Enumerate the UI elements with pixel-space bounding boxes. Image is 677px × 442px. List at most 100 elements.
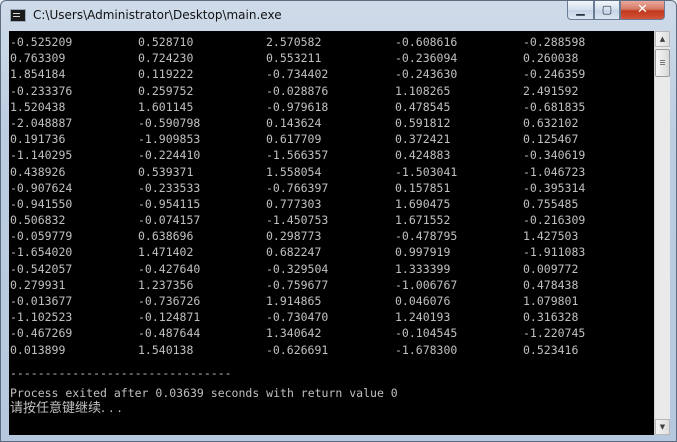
output-value: -0.233533: [138, 180, 201, 195]
output-value: 0.506832: [10, 213, 66, 228]
output-value: -0.243630: [395, 67, 458, 82]
output-value: -0.340619: [523, 148, 586, 163]
output-value: -0.907624: [10, 180, 73, 195]
output-value: 1.854184: [10, 67, 66, 82]
output-value: 0.478545: [395, 99, 451, 114]
window-title: C:\Users\Administrator\Desktop\main.exe: [33, 8, 282, 22]
output-value: -0.979618: [266, 99, 329, 114]
output-value: -0.124871: [138, 310, 201, 325]
output-value: 0.279931: [10, 277, 66, 292]
output-value: 0.591812: [395, 115, 451, 130]
output-value: 0.013899: [10, 342, 66, 357]
output-value: 0.528710: [138, 35, 194, 49]
output-value: -0.730470: [266, 310, 329, 325]
output-value: 0.553211: [266, 51, 322, 66]
output-value: 0.539371: [138, 164, 194, 179]
output-value: 1.914865: [266, 294, 322, 308]
console-output[interactable]: -0.525209 0.528710 2.570582 -0.608616 -0.288…: [9, 31, 654, 435]
output-value: 0.617709: [266, 132, 322, 147]
output-value: 0.372421: [395, 132, 451, 147]
close-button[interactable]: ✕: [620, 1, 665, 20]
vertical-scrollbar[interactable]: ▲ ▼: [654, 31, 670, 435]
output-value: -1.046723: [523, 164, 586, 179]
output-value: 1.690475: [395, 196, 451, 211]
maximize-button[interactable]: ▢: [594, 1, 620, 20]
output-value: -0.590798: [138, 115, 201, 130]
console-app-icon: [10, 9, 26, 22]
output-value: 1.108265: [395, 83, 451, 98]
output-value: -1.503041: [395, 164, 458, 179]
output-value: 0.119222: [138, 67, 194, 82]
output-value: 1.671552: [395, 213, 451, 228]
output-value: -0.427640: [138, 261, 201, 276]
output-value: 0.157851: [395, 180, 451, 195]
output-value: -0.542057: [10, 261, 73, 276]
output-value: 0.523416: [523, 342, 579, 357]
output-value: 0.777303: [266, 196, 322, 211]
output-value: -0.329504: [266, 261, 329, 276]
output-value: -0.626691: [266, 342, 329, 357]
output-value: -2.048887: [10, 115, 73, 130]
output-value: 0.997919: [395, 245, 451, 260]
output-value: -1.006767: [395, 277, 458, 292]
output-value: -0.288598: [523, 35, 586, 49]
output-value: 0.438926: [10, 164, 66, 179]
output-value: -1.102523: [10, 310, 73, 325]
continue-prompt: 请按任意键继续. . .: [10, 401, 122, 416]
scroll-up-button[interactable]: ▲: [655, 31, 670, 47]
output-value: 0.316328: [523, 310, 579, 325]
output-value: -0.013677: [10, 294, 73, 308]
output-value: -1.909853: [138, 132, 201, 147]
output-value: 1.540138: [138, 342, 194, 357]
output-value: -0.224410: [138, 148, 201, 163]
exit-message: Process exited after 0.03639 seconds wit…: [10, 386, 398, 400]
output-value: -0.216309: [523, 213, 586, 228]
output-value: -1.911083: [523, 245, 586, 260]
output-value: -0.736726: [138, 294, 201, 308]
scroll-down-button[interactable]: ▼: [655, 419, 670, 435]
output-value: 1.340642: [266, 326, 322, 341]
output-value: -1.450753: [266, 213, 329, 228]
output-value: -0.074157: [138, 213, 201, 228]
output-value: -1.220745: [523, 326, 586, 341]
output-value: -0.059779: [10, 229, 73, 244]
output-value: 0.259752: [138, 83, 194, 98]
title-bar[interactable]: C:\Users\Administrator\Desktop\main.exe …: [1, 1, 676, 30]
output-value: 0.638696: [138, 229, 194, 244]
output-value: 2.491592: [523, 83, 579, 98]
output-value: -0.766397: [266, 180, 329, 195]
output-value: 1.240193: [395, 310, 451, 325]
output-value: -0.233376: [10, 83, 73, 98]
output-value: -1.140295: [10, 148, 73, 163]
output-value: 1.427503: [523, 229, 579, 244]
output-value: 1.558054: [266, 164, 322, 179]
output-value: -0.941550: [10, 196, 73, 211]
output-value: 0.632102: [523, 115, 579, 130]
output-value: -0.525209: [10, 35, 73, 49]
output-value: 0.143624: [266, 115, 322, 130]
output-value: 0.755485: [523, 196, 579, 211]
output-value: 0.125467: [523, 132, 579, 147]
output-value: 0.682247: [266, 245, 322, 260]
grip-icon: [660, 60, 665, 61]
output-value: 0.298773: [266, 229, 322, 244]
minimize-button[interactable]: ▁: [567, 1, 594, 20]
output-value: -0.395314: [523, 180, 586, 195]
output-value: 1.079801: [523, 294, 579, 308]
output-value: 1.237356: [138, 277, 194, 292]
output-value: 0.478438: [523, 277, 579, 292]
output-value: 1.520438: [10, 99, 66, 114]
output-value: -0.487644: [138, 326, 201, 341]
output-value: -0.478795: [395, 229, 458, 244]
output-value: -1.566357: [266, 148, 329, 163]
output-value: -0.954115: [138, 196, 201, 211]
output-value: -1.654020: [10, 245, 73, 260]
output-value: -0.681835: [523, 99, 586, 114]
output-value: 0.009772: [523, 261, 579, 276]
output-value: 1.601145: [138, 99, 194, 114]
output-value: 1.333399: [395, 261, 451, 276]
output-value: -0.028876: [266, 83, 329, 98]
scroll-thumb[interactable]: [655, 49, 670, 77]
output-value: 0.763309: [10, 51, 66, 66]
output-value: 0.724230: [138, 51, 194, 66]
